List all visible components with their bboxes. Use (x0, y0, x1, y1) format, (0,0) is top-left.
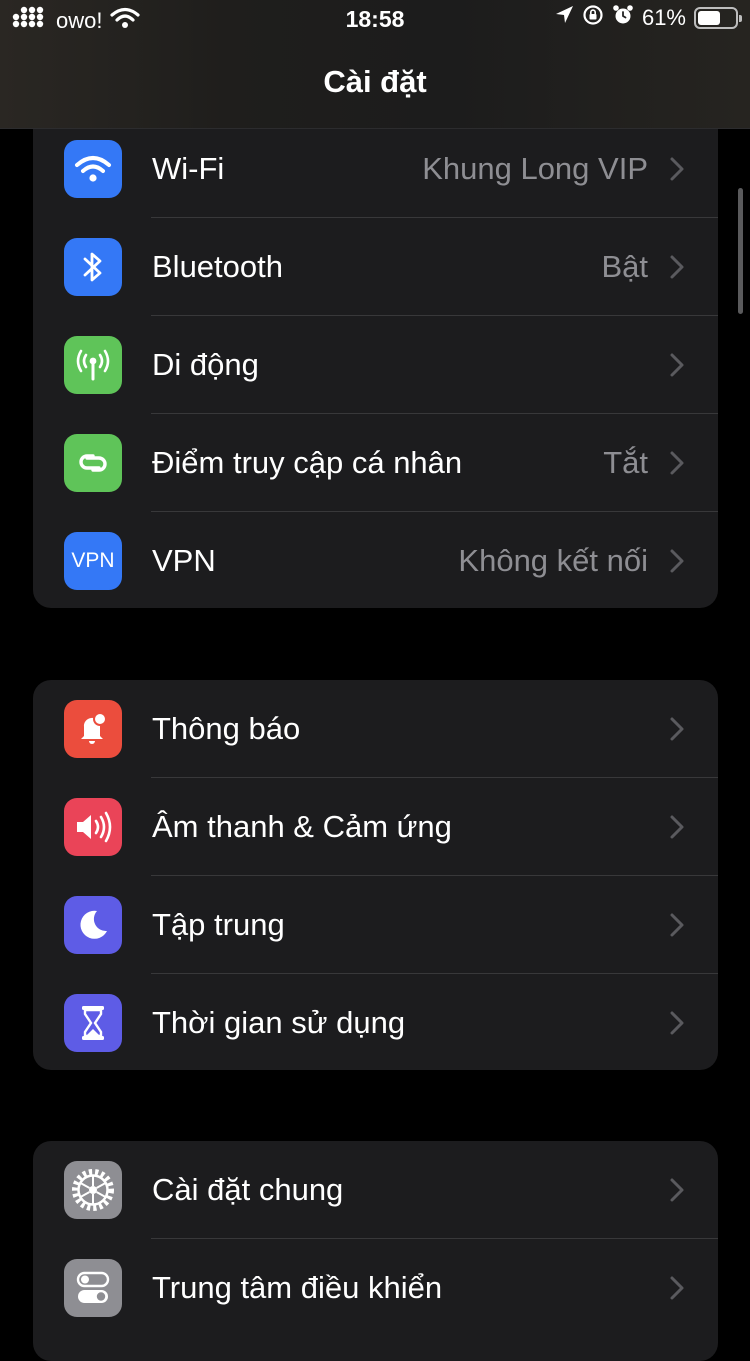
chevron-right-icon (670, 717, 684, 741)
bluetooth-label: Bluetooth (152, 249, 283, 284)
vpn-label: VPN (152, 543, 216, 578)
top-bar: owo! 18:58 61% Cài đặt (0, 0, 750, 129)
status-bar: owo! 18:58 61% (0, 0, 750, 40)
settings-group-notifications: Thông báo Âm thanh & Cảm ứng Tập trung T… (33, 680, 718, 1070)
gear-icon (64, 1161, 122, 1219)
settings-row-general[interactable]: Cài đặt chung (33, 1141, 718, 1239)
scroll-indicator[interactable] (738, 188, 743, 314)
battery-percent: 61% (641, 4, 686, 30)
hourglass-icon (64, 994, 122, 1052)
screen-time-label: Thời gian sử dụng (152, 1005, 406, 1040)
rotation-lock-icon (582, 4, 604, 31)
chevron-right-icon (670, 913, 684, 937)
moon-icon (64, 896, 122, 954)
general-label: Cài đặt chung (152, 1172, 344, 1207)
alarm-icon (612, 4, 634, 31)
bell-icon (64, 700, 122, 758)
settings-row-vpn[interactable]: VPN VPN Không kết nối (33, 512, 718, 608)
hotspot-label: Điểm truy cập cá nhân (152, 445, 463, 480)
settings-row-sounds[interactable]: Âm thanh & Cảm ứng (33, 778, 718, 876)
settings-row-hotspot[interactable]: Điểm truy cập cá nhân Tắt (33, 414, 718, 512)
settings-row-control-center[interactable]: Trung tâm điều khiển (33, 1239, 718, 1337)
wifi-value: Khung Long VIP (422, 151, 648, 186)
toggles-icon (64, 1259, 122, 1317)
bluetooth-value: Bật (601, 249, 648, 284)
chevron-right-icon (670, 1011, 684, 1035)
antenna-icon (64, 336, 122, 394)
chevron-right-icon (670, 255, 684, 279)
hotspot-value: Tắt (603, 445, 648, 480)
hotspot-icon (64, 434, 122, 492)
notifications-label: Thông báo (152, 711, 301, 746)
chevron-right-icon (670, 1178, 684, 1202)
location-arrow-icon (554, 5, 574, 30)
settings-row-cellular[interactable]: Di động (33, 316, 718, 414)
battery-fill (698, 10, 720, 25)
wifi-label: Wi-Fi (152, 151, 225, 186)
settings-row-wifi[interactable]: Wi-Fi Khung Long VIP (33, 120, 718, 218)
cellular-label: Di động (152, 347, 259, 382)
chevron-right-icon (670, 815, 684, 839)
bluetooth-icon (64, 238, 122, 296)
sounds-label: Âm thanh & Cảm ứng (152, 809, 452, 844)
settings-group-general: Cài đặt chung Trung tâm điều khiển (33, 1141, 718, 1361)
chevron-right-icon (670, 157, 684, 181)
chevron-right-icon (670, 353, 684, 377)
vpn-icon-text: VPN (71, 549, 115, 572)
chevron-right-icon (670, 1276, 684, 1300)
wifi-icon (64, 140, 122, 198)
control-center-label: Trung tâm điều khiển (152, 1270, 443, 1305)
settings-row-bluetooth[interactable]: Bluetooth Bật (33, 218, 718, 316)
chevron-right-icon (670, 549, 684, 573)
speaker-icon (64, 798, 122, 856)
chevron-right-icon (670, 451, 684, 475)
battery-icon (694, 6, 742, 29)
vpn-icon: VPN (64, 532, 122, 590)
page-title: Cài đặt (323, 64, 427, 99)
vpn-value: Không kết nối (458, 543, 648, 578)
settings-row-notifications[interactable]: Thông báo (33, 680, 718, 778)
settings-row-focus[interactable]: Tập trung (33, 876, 718, 974)
settings-row-screen-time[interactable]: Thời gian sử dụng (33, 974, 718, 1070)
focus-label: Tập trung (152, 907, 285, 942)
settings-group-connectivity: Wi-Fi Khung Long VIP Bluetooth Bật Di độ… (33, 108, 718, 608)
